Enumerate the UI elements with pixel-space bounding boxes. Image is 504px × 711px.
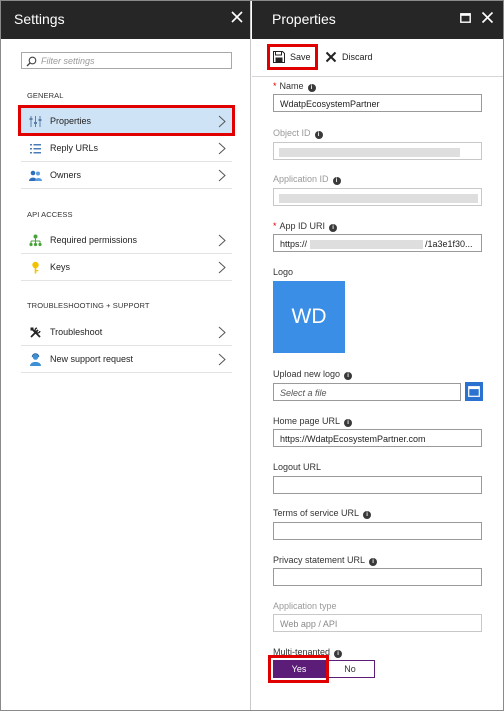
info-icon[interactable]: i: [344, 372, 353, 380]
application-id-field: [273, 188, 482, 206]
privacy-url-field[interactable]: [273, 568, 482, 586]
section-api-access: API ACCESS: [27, 210, 73, 219]
nav-item-new-support-request[interactable]: New support request: [21, 346, 232, 373]
discard-button[interactable]: Discard: [325, 49, 375, 65]
nav-label-new-support-request: New support request: [50, 354, 134, 364]
home-page-url-field[interactable]: https://WdatpEcosystemPartner.com: [273, 429, 482, 447]
settings-header: Settings: [1, 1, 250, 39]
home-page-url-label: Home page URL i: [273, 416, 353, 427]
app-id-uri-field[interactable]: https:// /1a3e1f30...: [273, 234, 482, 252]
hierarchy-icon: [29, 234, 42, 247]
list-icon: [30, 144, 41, 154]
logout-url-label: Logout URL: [273, 462, 322, 472]
info-icon[interactable]: i: [332, 177, 341, 185]
nav-label-keys: Keys: [50, 262, 71, 272]
support-person-icon: [30, 353, 41, 366]
redacted-value: [279, 194, 478, 203]
properties-header: Properties: [252, 1, 503, 39]
info-icon[interactable]: i: [363, 511, 372, 519]
nav-label-properties: Properties: [50, 116, 92, 126]
chevron-right-icon: [218, 234, 226, 247]
application-type-value: Web app / API: [280, 619, 338, 629]
name-value: WdatpEcosystemPartner: [280, 99, 380, 109]
logout-url-field[interactable]: [273, 476, 482, 494]
application-type-field: Web app / API: [273, 614, 482, 632]
object-id-field: [273, 142, 482, 160]
maximize-icon[interactable]: [460, 13, 471, 23]
nav-item-reply-urls[interactable]: Reply URLs: [21, 135, 232, 162]
nav-label-owners: Owners: [50, 170, 82, 180]
x-icon: [325, 51, 337, 63]
settings-title: Settings: [14, 11, 65, 27]
tools-icon: [30, 327, 41, 338]
save-label: Save: [290, 52, 311, 62]
chevron-right-icon: [218, 169, 226, 182]
key-icon: [32, 261, 39, 274]
info-icon[interactable]: i: [314, 131, 323, 139]
chevron-right-icon: [218, 353, 226, 366]
logo-label: Logo: [273, 267, 294, 277]
required-asterisk: *: [273, 221, 277, 231]
multi-tenanted-no-toggle[interactable]: No: [325, 660, 375, 678]
chevron-right-icon: [218, 326, 226, 339]
floppy-disk-icon: [273, 51, 285, 63]
redacted-value: [310, 240, 423, 249]
chevron-right-icon: [218, 261, 226, 274]
name-label: * Name i: [273, 81, 316, 92]
folder-window-icon: [468, 386, 480, 397]
info-icon[interactable]: i: [307, 84, 316, 92]
section-troubleshooting: TROUBLESHOOTING + SUPPORT: [27, 301, 150, 310]
terms-url-label: Terms of service URL i: [273, 508, 372, 519]
nav-item-owners[interactable]: Owners: [21, 162, 232, 189]
info-icon[interactable]: i: [344, 419, 353, 427]
upload-logo-input[interactable]: Select a file: [273, 383, 461, 401]
required-asterisk: *: [273, 81, 277, 91]
home-page-url-value: https://WdatpEcosystemPartner.com: [280, 434, 426, 444]
nav-item-properties[interactable]: Properties: [21, 108, 232, 135]
upload-placeholder: Select a file: [280, 388, 327, 398]
redacted-value: [279, 148, 460, 157]
multi-tenanted-yes-toggle[interactable]: Yes: [273, 660, 325, 678]
name-field[interactable]: WdatpEcosystemPartner: [273, 94, 482, 112]
close-icon[interactable]: [230, 10, 244, 24]
settings-blade: Settings Filter settings GENERAL Propert…: [1, 1, 251, 710]
application-id-label: Application ID i: [273, 174, 341, 185]
filter-settings-input[interactable]: Filter settings: [21, 52, 232, 69]
nav-item-required-permissions[interactable]: Required permissions: [21, 227, 232, 254]
info-icon[interactable]: i: [329, 224, 338, 232]
application-type-label: Application type: [273, 601, 337, 611]
nav-label-troubleshoot: Troubleshoot: [50, 327, 103, 337]
close-icon[interactable]: [481, 11, 494, 24]
app-logo: WD: [273, 281, 345, 353]
nav-item-troubleshoot[interactable]: Troubleshoot: [21, 319, 232, 346]
nav-label-required-permissions: Required permissions: [50, 235, 138, 245]
nav-label-reply-urls: Reply URLs: [50, 143, 99, 153]
app-id-uri-suffix: /1a3e1f30...: [425, 239, 473, 249]
chevron-right-icon: [218, 115, 226, 128]
users-icon: [29, 170, 42, 181]
properties-title: Properties: [272, 11, 336, 27]
app-id-uri-label: * App ID URI i: [273, 221, 338, 232]
nav-item-keys[interactable]: Keys: [21, 254, 232, 281]
search-icon: [26, 56, 37, 67]
section-general: GENERAL: [27, 91, 64, 100]
privacy-url-label: Privacy statement URL i: [273, 555, 378, 566]
multi-tenanted-label: Multi-tenanted i: [273, 647, 343, 658]
properties-blade: Properties Save Discard * Name i WdatpEcos…: [252, 1, 503, 710]
info-icon[interactable]: i: [369, 558, 378, 566]
discard-label: Discard: [342, 52, 373, 62]
toolbar-divider: [252, 76, 503, 77]
app-id-uri-prefix: https://: [280, 239, 308, 249]
info-icon[interactable]: i: [334, 650, 343, 658]
save-button[interactable]: Save: [273, 49, 311, 65]
upload-logo-label: Upload new logo i: [273, 369, 353, 380]
chevron-right-icon: [218, 142, 226, 155]
object-id-label: Object ID i: [273, 128, 323, 139]
properties-sliders-icon: [29, 116, 42, 127]
browse-button[interactable]: [465, 382, 483, 401]
filter-placeholder: Filter settings: [41, 56, 95, 66]
terms-url-field[interactable]: [273, 522, 482, 540]
